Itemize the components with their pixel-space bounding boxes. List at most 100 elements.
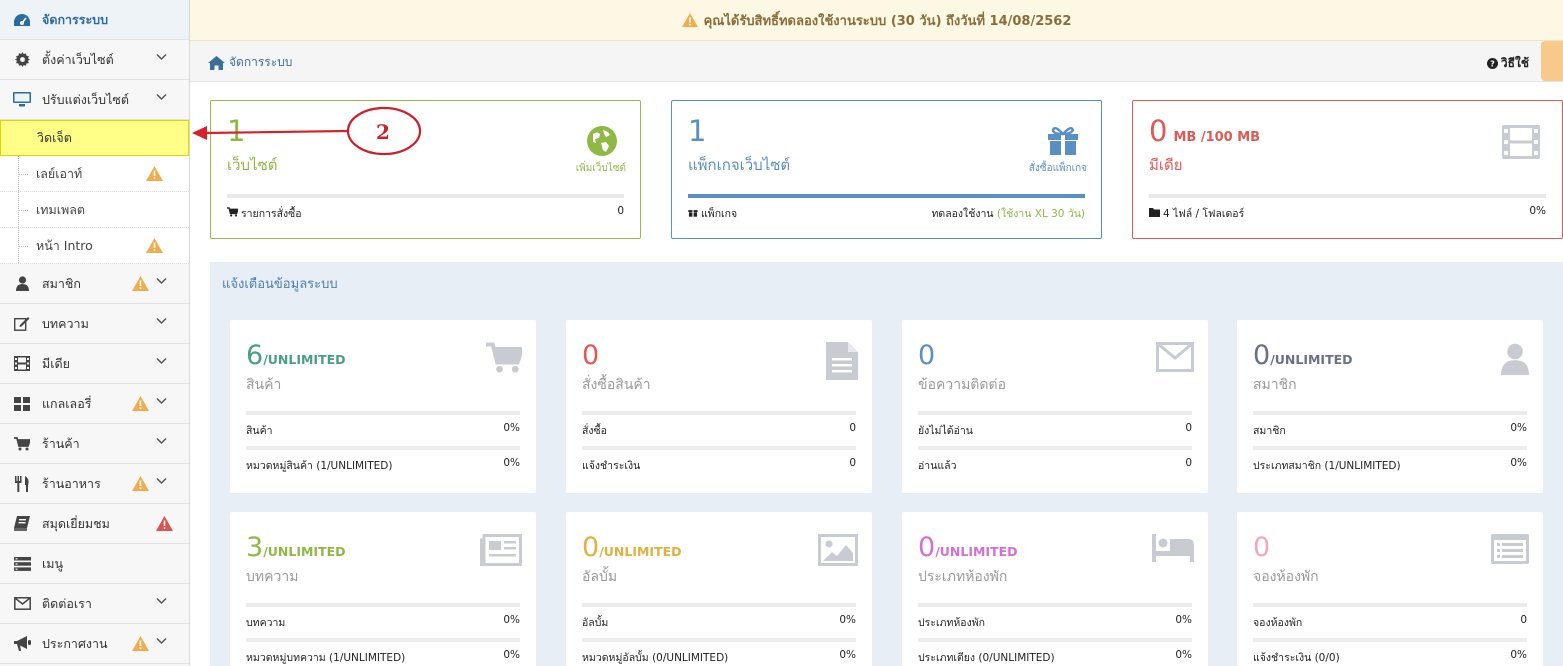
- summary-count: 0 MB /100 MB: [1149, 114, 1261, 148]
- sidebar-menu-4[interactable]: ร้านค้า: [0, 424, 189, 464]
- notify-row: สินค้า 0%: [246, 422, 520, 437]
- summary-footer-value: ทดลองใช้งาน: [931, 208, 994, 220]
- notify-card-5: 0/UNLIMITED อัลบั้ม อัลบั้ม 0% หมวดหมู่อัลบั…: [566, 512, 872, 666]
- chevron-down-icon: [156, 437, 167, 445]
- tree-branch: [18, 210, 28, 211]
- notify-unit: /UNLIMITED: [263, 352, 346, 367]
- sidebar-menu-2[interactable]: มีเดีย: [0, 344, 189, 384]
- summary-card-1: 1 แพ็กเกจเว็บไซต์ สั่งซื้อแพ็กเกจแพ็กเกจ ทด…: [671, 100, 1102, 239]
- sidebar-item-label: สมาชิก: [42, 275, 81, 291]
- summary-footer-value: 0: [617, 205, 624, 217]
- sidebar-item-label: มีเดีย: [42, 355, 70, 371]
- sidebar-item-label: ร้านค้า: [42, 435, 80, 451]
- sidebar-item-label: สมุดเยี่ยมชม: [42, 515, 110, 531]
- folder-icon: [1149, 207, 1160, 220]
- sidebar-menu-7[interactable]: เมนู: [0, 544, 189, 584]
- notify-row: ประเภทเตียง (0/UNLIMITED) 0%: [918, 649, 1192, 664]
- summary-action-link[interactable]: เพิ่มเว็บไซต์: [576, 161, 626, 176]
- globe-icon[interactable]: [586, 125, 618, 160]
- gift-icon[interactable]: [1047, 125, 1079, 158]
- notification-panel: แจ้งเตือนข้อมูลระบบ 6/UNLIMITED สินค้า สิน…: [210, 262, 1563, 666]
- notify-card-2: 0 ข้อความติดต่อ ยังไม่ได้อ่าน 0 อ่านแล้ว 0: [902, 320, 1208, 493]
- banner-text: คุณได้รับสิทธิ์ทดลองใช้งานระบบ (30 วัน) …: [703, 13, 1072, 29]
- notify-bar: [918, 446, 1192, 450]
- notify-count: 3/UNLIMITED: [246, 532, 346, 563]
- summary-footer-label: แพ็กเกจ: [701, 208, 738, 220]
- cart-icon: [227, 207, 239, 220]
- menu-list-icon: [12, 556, 32, 572]
- warning-icon: [132, 276, 149, 291]
- sidebar-subitem-3[interactable]: หน้า Intro: [0, 228, 189, 264]
- sidebar-header-dashboard[interactable]: จัดการระบบ: [0, 0, 189, 40]
- notify-bar: [582, 446, 856, 450]
- picture-icon: [818, 534, 858, 569]
- summary-progress-bar: [688, 194, 1085, 198]
- notify-row: หมวดหมู่บทความ (1/UNLIMITED) 0%: [246, 649, 520, 664]
- bullhorn-icon: [12, 636, 32, 652]
- sidebar-item-label: เมนู: [42, 555, 64, 571]
- warning-icon: [156, 516, 173, 531]
- chevron-down-icon: [156, 277, 167, 285]
- notify-row: บทความ 0%: [246, 614, 520, 629]
- chevron-down-icon: [156, 397, 167, 405]
- summary-label: แพ็กเกจเว็บไซต์: [688, 156, 791, 174]
- sidebar-item-label: ร้านอาหาร: [42, 475, 101, 491]
- summary-footer-extra: (ใช้งาน XL 30 วัน): [996, 208, 1085, 220]
- envelope-icon: [12, 596, 32, 612]
- sidebar-subitem-1[interactable]: เลย์เอาท์: [0, 156, 189, 192]
- envelope-icon: [1156, 342, 1194, 375]
- warning-icon: [681, 13, 698, 27]
- dashboard-icon: [12, 12, 32, 28]
- sidebar-subitem-0[interactable]: วิดเจ็ต: [0, 120, 189, 156]
- notify-bar: [1253, 446, 1527, 450]
- sidebar-menu-1[interactable]: บทความ: [0, 304, 189, 344]
- notify-card-6: 0/UNLIMITED ประเภทห้องพัก ประเภทห้องพัก 0% ป…: [902, 512, 1208, 666]
- chevron-down-icon: [156, 637, 167, 645]
- notify-unit: /UNLIMITED: [935, 544, 1018, 559]
- summary-footer-value: 0%: [1529, 205, 1546, 217]
- warning-icon: [146, 166, 163, 181]
- notify-card-7: 0 จองห้องพัก จองห้องพัก 0 แจ้งชำระเงิน (0/0)…: [1237, 512, 1543, 666]
- svg-text:?: ?: [1490, 60, 1495, 69]
- notify-bar: [246, 603, 520, 607]
- bed-icon: [1152, 534, 1194, 565]
- sidebar-menu-5[interactable]: ร้านอาหาร: [0, 464, 189, 504]
- notify-label: บทความ: [246, 569, 299, 585]
- breadcrumb-bar: จัดการระบบ ? วิธีใช้: [190, 41, 1563, 82]
- summary-label: มีเดีย: [1149, 156, 1183, 174]
- sidebar-item-label: บทความ: [42, 315, 89, 331]
- sidebar: จัดการระบบ ตั้งค่าเว็บไซต์ ปรับแต่งเว็บไซ…: [0, 0, 190, 666]
- sidebar-menu-3[interactable]: แกลเลอรี่: [0, 384, 189, 424]
- summary-count: 1: [688, 114, 707, 148]
- tree-branch: [18, 174, 28, 175]
- help-side-tab[interactable]: [1541, 41, 1563, 81]
- sidebar-menu-6[interactable]: สมุดเยี่ยมชม: [0, 504, 189, 544]
- notify-count: 0/UNLIMITED: [1253, 340, 1353, 371]
- notify-bar: [582, 638, 856, 642]
- summary-footer: แพ็กเกจ ทดลองใช้งาน (ใช้งาน XL 30 วัน): [688, 205, 1085, 222]
- sidebar-item-label: ประกาศงาน: [42, 635, 108, 651]
- notify-bar: [918, 411, 1192, 415]
- notify-bar: [1253, 411, 1527, 415]
- sidebar-menu-9[interactable]: ประกาศงาน: [0, 624, 189, 664]
- notify-card-4: 3/UNLIMITED บทความบทความ 0% หมวดหมู่บทความ …: [230, 512, 536, 666]
- book-icon: [12, 516, 32, 532]
- user-icon: [12, 276, 32, 292]
- notify-count: 0/UNLIMITED: [918, 532, 1018, 563]
- sidebar-item-1[interactable]: ปรับแต่งเว็บไซต์: [0, 80, 189, 120]
- summary-card-0: 1 เว็บไซต์ เพิ่มเว็บไซต์ รายการสั่งซื้อ 0: [210, 100, 641, 239]
- summary-action-link[interactable]: สั่งซื้อแพ็กเกจ: [1029, 161, 1087, 176]
- notify-bar: [246, 638, 520, 642]
- sidebar-item-label: แกลเลอรี่: [42, 395, 92, 411]
- sidebar-subitem-2[interactable]: เทมเพลต: [0, 192, 189, 228]
- notify-row: แจ้งชำระเงิน 0: [582, 457, 856, 472]
- sidebar-item-0[interactable]: ตั้งค่าเว็บไซต์: [0, 40, 189, 80]
- sidebar-menu-0[interactable]: สมาชิก: [0, 264, 189, 304]
- sidebar-menu-8[interactable]: ติดต่อเรา: [0, 584, 189, 624]
- home-icon: [208, 55, 225, 70]
- chevron-down-icon: [156, 597, 167, 605]
- help-link[interactable]: ? วิธีใช้: [1486, 54, 1529, 73]
- notify-bar: [246, 446, 520, 450]
- breadcrumb[interactable]: จัดการระบบ: [208, 53, 292, 72]
- notify-bar: [918, 603, 1192, 607]
